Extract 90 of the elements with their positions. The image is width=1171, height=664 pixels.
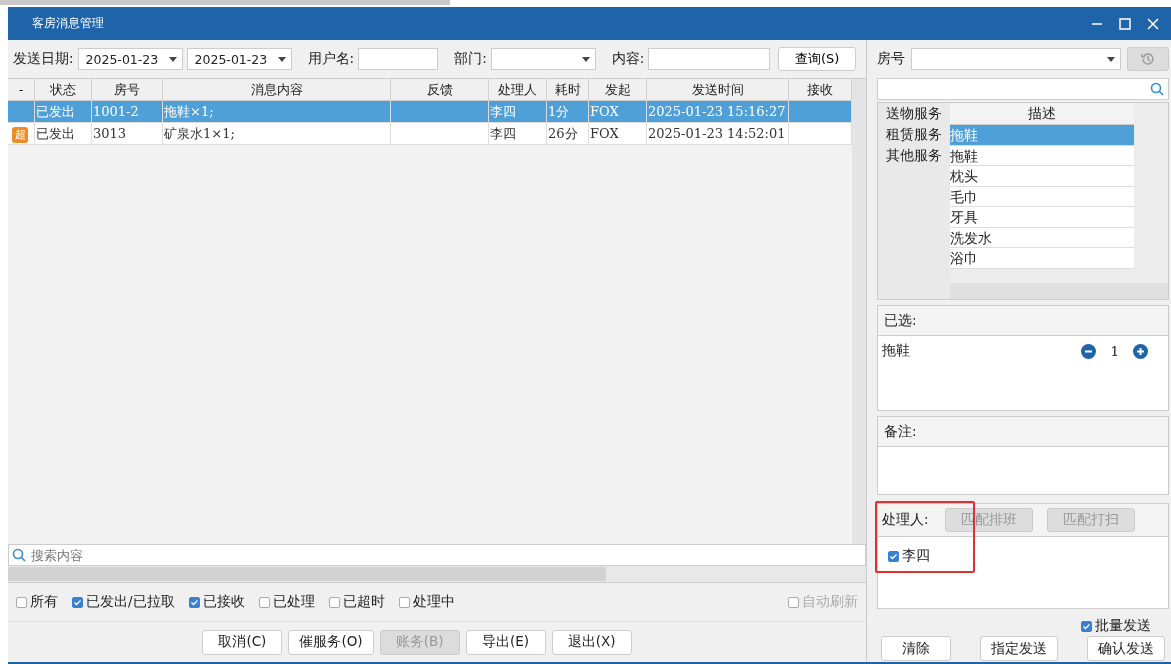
category-tab[interactable]: 其他服务 bbox=[878, 145, 950, 166]
category-tab[interactable]: 送物服务 bbox=[878, 103, 950, 124]
maximize-icon[interactable] bbox=[1119, 17, 1131, 30]
filter-checkbox[interactable]: 处理中 bbox=[398, 593, 455, 611]
caret-icon bbox=[277, 56, 286, 62]
date-picker[interactable]: 2025-01-23 bbox=[77, 48, 183, 70]
field-label: 房号 bbox=[877, 50, 905, 68]
section-label: 已选: bbox=[884, 311, 917, 330]
action-button[interactable]: 确认发送 bbox=[1087, 636, 1165, 661]
checkmark-icon bbox=[1082, 621, 1091, 631]
remark-field[interactable] bbox=[878, 447, 1168, 494]
column-header[interactable]: 房号 bbox=[92, 79, 163, 100]
scrollbar[interactable] bbox=[8, 566, 866, 583]
caret-icon bbox=[1107, 56, 1115, 62]
minus-icon[interactable] bbox=[1081, 343, 1097, 359]
caret-icon bbox=[168, 56, 177, 62]
field-label: 内容: bbox=[611, 50, 645, 68]
action-button[interactable]: 指定发送 bbox=[980, 636, 1058, 661]
quantity: 1 bbox=[1110, 343, 1119, 359]
column-header[interactable]: 反馈 bbox=[391, 79, 489, 100]
checkmark-icon bbox=[189, 597, 199, 607]
section-label: 备注: bbox=[884, 422, 917, 441]
column-header: 描述 bbox=[950, 103, 1134, 125]
scrollbar-thumb[interactable] bbox=[8, 567, 606, 581]
column-header[interactable]: 状态 bbox=[35, 79, 92, 100]
checkmark-icon bbox=[73, 597, 82, 607]
room-dropdown[interactable] bbox=[911, 48, 1121, 70]
category-tab[interactable]: 租赁服务 bbox=[878, 124, 950, 145]
list-item[interactable]: 毛巾 bbox=[950, 186, 1134, 207]
table-cell: FOX bbox=[590, 104, 619, 119]
checkmark-icon bbox=[889, 551, 898, 561]
table-cell: 26分 bbox=[548, 126, 578, 141]
search-field[interactable] bbox=[877, 78, 1169, 100]
close-icon[interactable] bbox=[1147, 17, 1159, 30]
search-icon bbox=[12, 548, 26, 562]
field-label: 部门: bbox=[454, 50, 487, 68]
action-button[interactable]: 催服务(O) bbox=[288, 629, 374, 655]
username-field[interactable] bbox=[358, 48, 439, 70]
scrollbar[interactable] bbox=[852, 79, 866, 544]
list-item[interactable]: 拖鞋 bbox=[950, 145, 1134, 166]
list-item[interactable]: 浴巾 bbox=[950, 248, 1134, 269]
table-cell: 3013 bbox=[93, 126, 127, 141]
table-cell: 已发出 bbox=[36, 126, 75, 141]
table-cell: 1分 bbox=[548, 104, 570, 119]
history-icon bbox=[1141, 52, 1155, 66]
table-cell: 2025-01-23 14:52:01 bbox=[648, 126, 786, 141]
overtime-badge: 超 bbox=[12, 127, 28, 143]
column-header[interactable]: 消息内容 bbox=[163, 79, 391, 100]
history-button[interactable] bbox=[1127, 47, 1169, 71]
table-cell: 已发出 bbox=[36, 104, 75, 119]
selected-item: 拖鞋 bbox=[882, 342, 910, 360]
action-button[interactable]: 导出(E) bbox=[465, 629, 546, 655]
batch-send-checkbox[interactable]: 批量发送 bbox=[1081, 617, 1151, 635]
search-icon bbox=[1150, 82, 1164, 96]
content-field[interactable] bbox=[648, 48, 771, 70]
filter-checkbox[interactable]: 已发出/已拉取 bbox=[72, 593, 175, 611]
filter-checkbox[interactable]: 已处理 bbox=[258, 593, 315, 611]
filter-checkbox[interactable]: 已接收 bbox=[188, 593, 245, 611]
filter-checkbox[interactable]: 所有 bbox=[16, 593, 58, 611]
table-cell: 2025-01-23 15:16:27 bbox=[648, 104, 786, 119]
column-header[interactable]: 发起 bbox=[589, 79, 647, 100]
date-picker[interactable]: 2025-01-23 bbox=[186, 48, 292, 70]
table-row[interactable]: 超 已发出 3013 矿泉水1×1; 李四 26分 FOX 2025-01-23 14:52:01 bbox=[8, 123, 852, 145]
action-button[interactable]: 取消(C) bbox=[202, 629, 283, 655]
section-label: 处理人: bbox=[882, 511, 929, 529]
list-item[interactable]: 洗发水 bbox=[950, 227, 1134, 248]
list-item[interactable]: 牙具 bbox=[950, 207, 1134, 228]
query-button[interactable]: 查询(S) bbox=[778, 47, 857, 71]
table-cell: 拖鞋×1; bbox=[164, 104, 214, 119]
table-cell: FOX bbox=[590, 126, 619, 141]
field-label: 用户名: bbox=[307, 50, 355, 68]
table-cell: 李四 bbox=[490, 104, 516, 119]
caret-icon bbox=[581, 56, 590, 62]
table-cell: 李四 bbox=[490, 126, 516, 141]
action-button[interactable]: 清除 bbox=[881, 636, 951, 661]
department-dropdown[interactable] bbox=[490, 48, 596, 70]
table-cell: 矿泉水1×1; bbox=[164, 126, 235, 141]
column-header[interactable]: - bbox=[8, 79, 35, 100]
column-header[interactable]: 耗时 bbox=[547, 79, 589, 100]
action-button[interactable]: 退出(X) bbox=[551, 629, 632, 655]
field-label: 发送日期: bbox=[13, 50, 74, 68]
plus-icon[interactable] bbox=[1133, 343, 1148, 359]
table-cell: 1001-2 bbox=[93, 104, 139, 119]
column-header[interactable]: 发送时间 bbox=[647, 79, 789, 100]
list-item[interactable]: 枕头 bbox=[950, 166, 1134, 187]
filter-checkbox[interactable]: 已超时 bbox=[328, 593, 385, 611]
window-title: 客房消息管理 bbox=[32, 15, 104, 32]
search-field[interactable]: 搜索内容 bbox=[8, 544, 866, 566]
column-header[interactable]: 处理人 bbox=[489, 79, 547, 100]
scrollbar[interactable] bbox=[950, 283, 1168, 299]
